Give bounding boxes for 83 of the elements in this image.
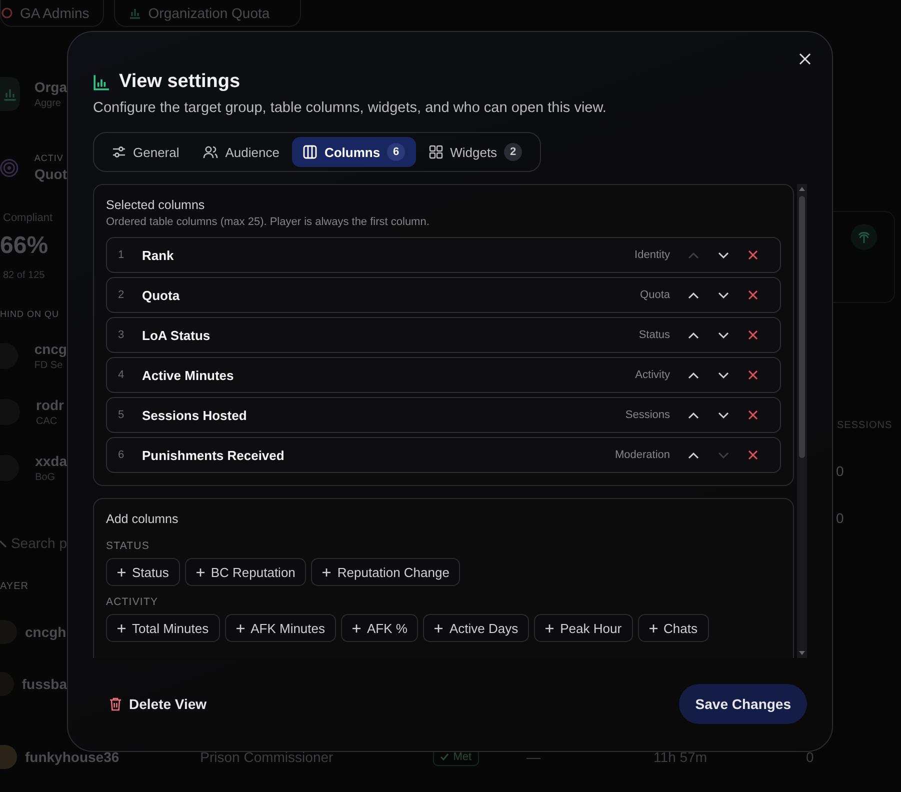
compliant-percent: 66%: [0, 232, 50, 260]
count-badge: 2: [504, 143, 522, 161]
group-label: ACTIVITY: [106, 596, 160, 608]
delete-view-button[interactable]: Delete View: [93, 696, 207, 712]
row-number: 6: [118, 449, 126, 461]
scrollbar[interactable]: [797, 184, 807, 658]
bar-chart-icon: [93, 74, 110, 90]
trash-icon: [109, 696, 122, 710]
plus-icon: [434, 624, 444, 632]
category-label: Status: [638, 329, 670, 341]
circle-icon: [1, 7, 13, 19]
column-name: Punishments Received: [142, 448, 284, 462]
bar-chart-icon: [0, 77, 20, 111]
add-column-chip[interactable]: AFK Minutes: [224, 614, 336, 642]
add-column-chip[interactable]: Total Minutes: [106, 614, 220, 642]
card-title: Orga: [34, 79, 67, 95]
plus-icon: [545, 624, 554, 632]
category-label: Activity: [635, 369, 670, 381]
avatar: [0, 745, 17, 769]
tab[interactable]: Widgets 2: [418, 137, 534, 167]
users-icon: [203, 145, 218, 159]
player-name: funkyhouse36: [25, 749, 120, 765]
add-column-chip[interactable]: Peak Hour: [534, 614, 633, 642]
column-name: Rank: [142, 248, 174, 262]
palm-tree-icon: [850, 224, 876, 250]
plus-icon: [196, 568, 205, 576]
save-changes-button[interactable]: Save Changes: [679, 684, 807, 724]
group-label: STATUS: [106, 540, 150, 552]
sliders-icon: [112, 145, 126, 159]
plus-icon: [352, 624, 362, 632]
column-name: Sessions Hosted: [142, 408, 247, 422]
add-column-chip[interactable]: Reputation Change: [311, 558, 460, 586]
active-label: ACTIV: [34, 153, 64, 163]
player-name: xxda: [35, 453, 67, 469]
tab[interactable]: Audience: [192, 137, 290, 167]
dialog-subtitle: Configure the target group, table columns, widgets, and who can open this view.: [93, 100, 608, 116]
player-name: fussba: [22, 676, 67, 692]
row-number: 5: [118, 409, 126, 421]
row-number: 3: [118, 329, 126, 341]
add-column-chip[interactable]: Chats: [638, 614, 709, 642]
tab[interactable]: Columns 6: [292, 137, 416, 167]
row-number: 4: [118, 369, 126, 381]
plus-icon: [648, 624, 658, 632]
panel-title: Add columns: [106, 512, 180, 526]
table-cell: —: [526, 749, 541, 765]
add-column-chip[interactable]: Status: [106, 558, 180, 586]
add-column-chip[interactable]: AFK %: [341, 614, 418, 642]
plus-icon: [322, 568, 332, 576]
player-name: cncg: [34, 341, 67, 357]
columns-icon: [303, 145, 318, 159]
table-cell: 11h 57m: [654, 749, 707, 765]
check-icon: [440, 753, 450, 761]
column-header: AYER: [0, 581, 30, 592]
active-value: Quot: [34, 166, 67, 182]
row-number: 1: [118, 249, 126, 261]
plus-icon: [117, 624, 126, 632]
player-name: cncgh: [25, 624, 66, 640]
panel-description: Ordered table columns (max 25). Player is always the first column.: [106, 216, 430, 228]
table-cell-text: 0: [835, 463, 845, 479]
dialog-title: View settings: [119, 71, 240, 93]
panel-title: Selected columns: [106, 198, 206, 212]
section-label: HIND ON QU: [0, 309, 60, 319]
table-cell: Prison Commissioner: [200, 749, 334, 765]
category-label: Identity: [634, 249, 670, 261]
plus-icon: [117, 568, 126, 576]
column-name: Active Minutes: [142, 368, 234, 382]
count-badge: 6: [387, 143, 406, 161]
category-label: Quota: [640, 289, 670, 301]
grid-icon: [429, 145, 444, 159]
column-name: Quota: [142, 288, 180, 302]
player-name: rodr: [36, 397, 64, 413]
category-label: Sessions: [625, 409, 670, 421]
bar-chart-icon: [129, 7, 142, 19]
plus-icon: [236, 624, 245, 632]
row-number: 2: [118, 289, 126, 301]
table-cell-text: 0: [835, 510, 845, 526]
add-column-chip[interactable]: Active Days: [423, 614, 530, 642]
tab[interactable]: General: [101, 137, 190, 167]
target-icon: [0, 158, 18, 178]
table-cell: 0: [806, 749, 814, 765]
category-label: Moderation: [614, 449, 670, 461]
column-name: LoA Status: [142, 328, 210, 342]
add-column-chip[interactable]: BC Reputation: [184, 558, 306, 586]
